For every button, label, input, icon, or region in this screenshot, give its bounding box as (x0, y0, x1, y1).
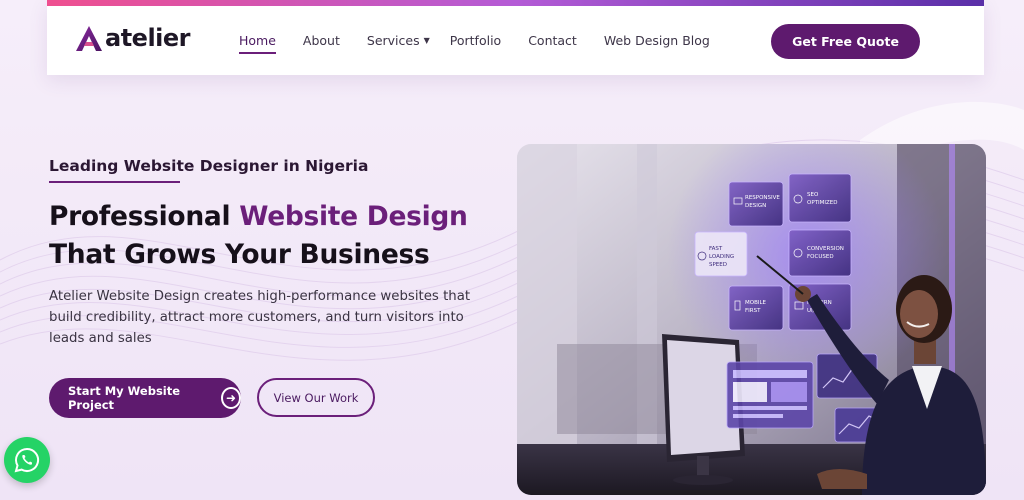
logo-text: atelier (105, 24, 191, 52)
hero-eyebrow: Leading Website Designer in Nigeria (49, 157, 369, 175)
nav-item-portfolio[interactable]: Portfolio (450, 33, 501, 48)
start-project-button[interactable]: Start My Website Project ➜ (49, 378, 241, 418)
headline-accent: Website Design (239, 201, 468, 232)
eyebrow-underline (49, 181, 180, 183)
nav-item-services[interactable]: Services ▼ (367, 33, 430, 48)
nav-item-about[interactable]: About (303, 33, 340, 48)
nav-item-services-label: Services (366, 33, 420, 48)
panel-fast-line3: SPEED (709, 262, 727, 268)
nav-item-home[interactable]: Home (239, 33, 276, 54)
headline-part2: That Grows Your Business (49, 239, 430, 270)
start-project-label: Start My Website Project (68, 384, 181, 412)
panel-responsive-line1: RESPONSIVE (745, 195, 780, 201)
hero-illustration: RESPONSIVE DESIGN SEO OPTIMIZED FAST LOA… (517, 144, 986, 495)
headline-part1: Professional (49, 201, 240, 232)
nav-item-contact[interactable]: Contact (528, 33, 577, 48)
chevron-down-icon: ▼ (423, 36, 430, 45)
header-gradient-bar (47, 0, 984, 6)
site-header: atelier Home About Services ▼ Portfolio … (47, 0, 984, 75)
panel-conversion-line1: CONVERSION (807, 246, 844, 252)
logo-icon (76, 26, 102, 51)
view-work-button[interactable]: View Our Work (257, 378, 375, 417)
main-nav: Home About Services ▼ Portfolio Contact … (239, 33, 737, 54)
panel-fast-line2: LOADING (709, 254, 734, 260)
nav-item-blog[interactable]: Web Design Blog (604, 33, 710, 48)
panel-responsive-line2: DESIGN (745, 203, 766, 209)
panel-conversion-line2: FOCUSED (807, 254, 834, 260)
panel-mobile-line2: FIRST (745, 308, 761, 314)
hero-headline: Professional Website Design That Grows Y… (49, 198, 519, 274)
get-free-quote-button[interactable]: Get Free Quote (771, 24, 920, 59)
panel-seo-line1: SEO (807, 192, 819, 198)
arrow-right-icon: ➜ (221, 387, 241, 409)
whatsapp-icon (14, 447, 39, 473)
whatsapp-button[interactable] (4, 437, 50, 483)
logo[interactable]: atelier (75, 24, 191, 52)
hero-description: Atelier Website Design creates high-perf… (49, 289, 471, 346)
panel-fast-line1: FAST (709, 246, 723, 252)
panel-seo-line2: OPTIMIZED (807, 200, 837, 206)
hero-image: RESPONSIVE DESIGN SEO OPTIMIZED FAST LOA… (517, 144, 986, 495)
panel-mobile-line1: MOBILE (745, 300, 767, 306)
